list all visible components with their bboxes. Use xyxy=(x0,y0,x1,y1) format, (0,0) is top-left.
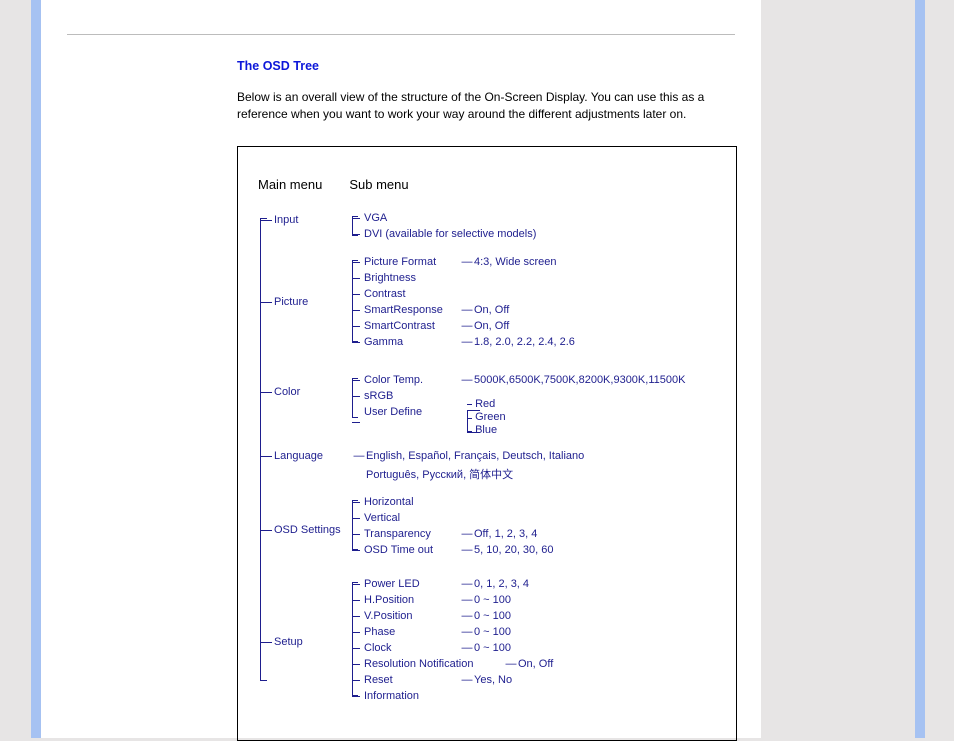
main-item-osd-settings: OSD Settings Horizontal Vertical Transpa… xyxy=(258,494,720,570)
label-color: Color xyxy=(274,386,344,398)
osd-tree-frame: Main menu Sub menu Input VGA DVI (availa… xyxy=(237,146,737,741)
main-item-setup: Setup Power LED—0, 1, 2, 3, 4 H.Position… xyxy=(258,576,720,726)
sub-input: VGA DVI (available for selective models) xyxy=(352,210,720,242)
label-picture: Picture xyxy=(274,296,344,308)
page-content: The OSD Tree Below is an overall view of… xyxy=(41,0,761,738)
label-osd-settings: OSD Settings xyxy=(274,524,352,536)
section-heading: The OSD Tree xyxy=(67,59,735,73)
column-headers: Main menu Sub menu xyxy=(258,177,720,192)
header-sub-menu: Sub menu xyxy=(349,177,408,192)
right-margin-stripe xyxy=(915,0,925,738)
section-divider xyxy=(67,34,735,35)
sub-osd-settings: Horizontal Vertical Transparency—Off, 1,… xyxy=(352,494,720,558)
sub-color: Color Temp.—5000K,6500K,7500K,8200K,9300… xyxy=(352,372,720,440)
main-item-picture: Picture Picture Format—4:3, Wide screen … xyxy=(258,254,720,366)
label-setup: Setup xyxy=(274,636,344,648)
section-intro: Below is an overall view of the structur… xyxy=(67,89,735,124)
sub-setup: Power LED—0, 1, 2, 3, 4 H.Position—0 ~ 1… xyxy=(352,576,720,704)
main-item-input: Input VGA DVI (available for selective m… xyxy=(258,210,720,248)
label-input: Input xyxy=(274,214,344,226)
label-language: Language xyxy=(274,450,344,462)
sub-picture: Picture Format—4:3, Wide screen Brightne… xyxy=(352,254,720,350)
sub-language: —English, Español, Français, Deutsch, It… xyxy=(352,448,720,484)
osd-tree: Input VGA DVI (available for selective m… xyxy=(258,210,720,726)
main-item-color: Color Color Temp.—5000K,6500K,7500K,8200… xyxy=(258,372,720,442)
user-define-colors: Red Green Blue xyxy=(467,406,506,438)
header-main-menu: Main menu xyxy=(258,177,346,192)
left-margin-stripe xyxy=(31,0,41,738)
main-item-language: Language —English, Español, Français, De… xyxy=(258,448,720,488)
